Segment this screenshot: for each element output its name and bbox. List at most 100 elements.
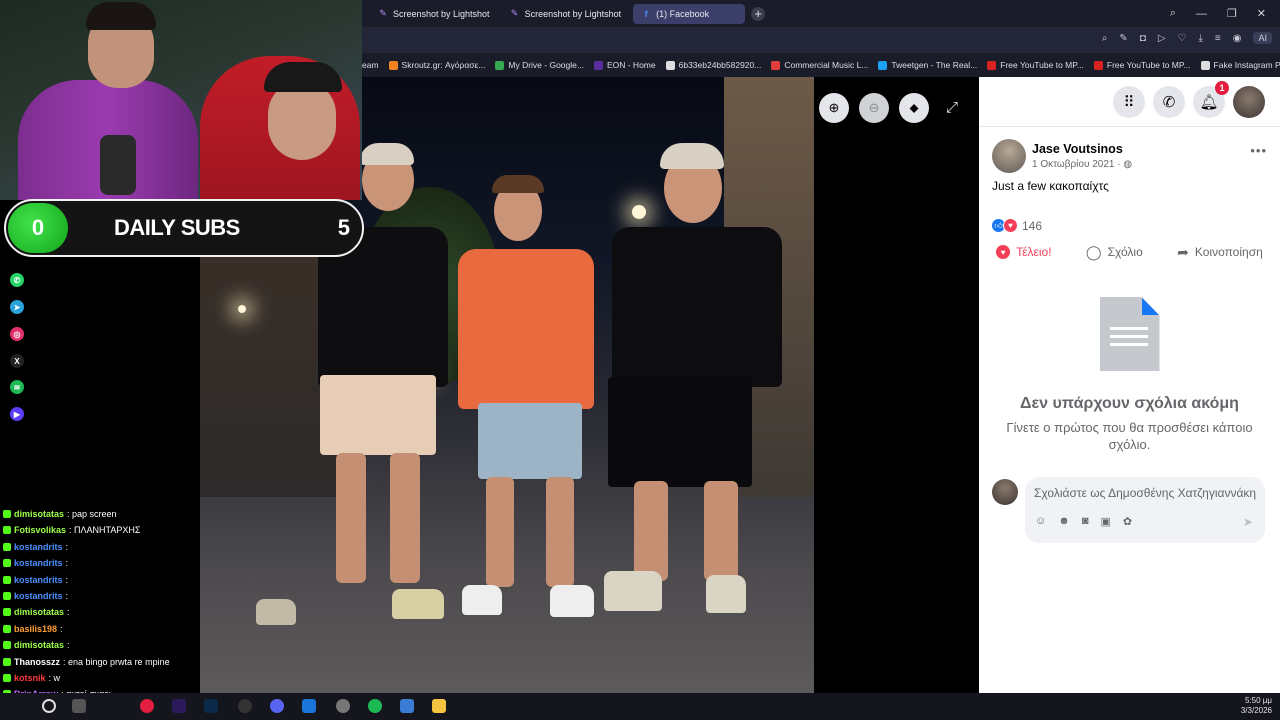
- monitor-icon[interactable]: [400, 699, 414, 713]
- download-icon[interactable]: ⤓: [1198, 33, 1202, 44]
- bookmark-item[interactable]: My Drive - Google...: [495, 60, 584, 70]
- discord-icon[interactable]: [270, 699, 284, 713]
- comment-button[interactable]: ◯ Σχόλιο: [1086, 244, 1143, 261]
- bookmark-item[interactable]: eam: [362, 60, 379, 70]
- play-icon[interactable]: ▷: [1158, 33, 1166, 44]
- streamer-2-cap: [264, 62, 342, 92]
- bookmark-item[interactable]: Tweetgen - The Real...: [878, 60, 977, 70]
- obs-icon[interactable]: [238, 699, 252, 713]
- mail-icon[interactable]: [302, 699, 316, 713]
- tab-lightshot-2[interactable]: ✎ Screenshot by Lightshot: [502, 4, 630, 24]
- screen: ✎ Screenshot by Lightshot ✎ Screenshot b…: [0, 0, 1280, 720]
- bookmark-favicon-icon: [495, 60, 505, 70]
- camera-icon[interactable]: ◙: [1082, 515, 1089, 528]
- post-caption: Just a few κακοπαίχτς: [992, 179, 1109, 193]
- account-avatar[interactable]: [1233, 86, 1265, 118]
- photoshop-icon[interactable]: [204, 699, 218, 713]
- comment-tools: ☺ ☻ ◙ ▣ ✿: [1035, 515, 1132, 528]
- comment-composer: Σχολιάστε ως Δημοσθένης Χατζηγιαννάκης ☺…: [992, 477, 1270, 543]
- new-tab-button[interactable]: +: [751, 6, 766, 21]
- tab-facebook[interactable]: f (1) Facebook: [633, 3, 746, 24]
- chat-username[interactable]: dimisotatas: [14, 607, 64, 617]
- tab-label: Screenshot by Lightshot: [524, 8, 622, 19]
- chat-badge-icon: [3, 592, 11, 600]
- folder-icon[interactable]: [432, 699, 446, 713]
- profile-icon[interactable]: ◉: [1233, 33, 1242, 44]
- author-avatar[interactable]: [992, 139, 1026, 173]
- chat-username[interactable]: dimisotatas: [14, 509, 64, 519]
- zoom-icon[interactable]: ⌕: [1102, 33, 1108, 44]
- heart-icon[interactable]: ♡: [1178, 33, 1187, 44]
- love-icon: ♥: [996, 245, 1011, 259]
- bookmark-item[interactable]: EON - Home: [593, 60, 656, 70]
- bookmark-item[interactable]: 6b33eb24bb582920...: [665, 60, 761, 70]
- search-tabs-icon[interactable]: ⌕: [1170, 7, 1176, 20]
- bookmark-item[interactable]: Commercial Music L...: [771, 60, 868, 70]
- bookmark-item[interactable]: Fake Instagram Post...: [1200, 60, 1280, 70]
- edit-icon[interactable]: ✎: [1119, 33, 1127, 44]
- gif-icon[interactable]: ▣: [1100, 515, 1110, 528]
- close-icon[interactable]: ✕: [1257, 7, 1266, 20]
- app-icon[interactable]: [336, 699, 350, 713]
- minimize-icon[interactable]: —: [1196, 8, 1207, 20]
- maximize-icon[interactable]: ❐: [1227, 7, 1237, 20]
- window-controls: ⌕ — ❐ ✕: [1170, 0, 1280, 27]
- file-explorer-icon[interactable]: [72, 699, 86, 713]
- reaction-summary[interactable]: 👍︎ ♥ 146: [991, 218, 1042, 233]
- chat-message: kostandrits:: [3, 556, 68, 570]
- bookmark-item[interactable]: Skroutz.gr: Αγόρασε...: [388, 60, 485, 70]
- zoom-out-button[interactable]: ⊖: [859, 93, 889, 123]
- tag-button[interactable]: ⬥: [899, 93, 929, 123]
- spotify-taskbar-icon[interactable]: [368, 699, 382, 713]
- chat-text: : w: [48, 673, 61, 683]
- commenter-avatar[interactable]: [992, 479, 1018, 505]
- menu-grid-button[interactable]: ⠿: [1113, 86, 1145, 118]
- ai-button[interactable]: AI: [1253, 32, 1272, 44]
- chat-badge-icon: [3, 510, 11, 518]
- bookmark-favicon-icon: [878, 60, 888, 70]
- chat-username[interactable]: kostandrits: [14, 575, 63, 585]
- bookmark-label: Commercial Music L...: [784, 60, 869, 70]
- post-options-button[interactable]: •••: [1250, 143, 1267, 158]
- chat-username[interactable]: kotsnik: [14, 673, 46, 683]
- comment-input[interactable]: Σχολιάστε ως Δημοσθένης Χατζηγιαννάκης ☺…: [1025, 477, 1265, 543]
- love-reaction-icon: ♥: [1003, 218, 1018, 233]
- bookmark-favicon-icon: [593, 60, 603, 70]
- author-name[interactable]: Jase Voutsinos: [1032, 142, 1123, 156]
- menu-icon[interactable]: ≡: [1215, 33, 1221, 44]
- zoom-in-button[interactable]: ⊕: [819, 93, 849, 123]
- messenger-button[interactable]: ✆: [1153, 86, 1185, 118]
- bookmark-favicon-icon: [771, 60, 781, 70]
- share-button[interactable]: ➦ Κοινοποίηση: [1177, 244, 1263, 261]
- opera-icon[interactable]: [140, 699, 154, 713]
- subs-label: DAILY SUBS: [114, 215, 240, 240]
- subs-current: 0: [8, 203, 68, 253]
- love-button[interactable]: ♥ Τέλειο!: [996, 245, 1052, 259]
- chat-username[interactable]: Fotisvolikas: [14, 525, 66, 535]
- tab-lightshot-1[interactable]: ✎ Screenshot by Lightshot: [370, 4, 498, 24]
- post-date[interactable]: 1 Οκτωβρίου 2021 · ◍: [1032, 159, 1132, 170]
- share-icon: ➦: [1177, 243, 1189, 260]
- premiere-icon[interactable]: [172, 699, 186, 713]
- fullscreen-icon[interactable]: ⤢: [946, 99, 958, 116]
- camera-icon[interactable]: ◘: [1140, 33, 1146, 44]
- bookmark-item[interactable]: Free YouTube to MP...: [987, 60, 1084, 70]
- send-icon[interactable]: ➤: [1243, 515, 1253, 529]
- facebook-top-actions: ⠿ ✆ 🔔︎ 1: [979, 77, 1280, 127]
- chat-username[interactable]: dimisotatas: [14, 640, 64, 650]
- chat-username[interactable]: basilis198: [14, 624, 57, 634]
- bookmark-label: Free YouTube to MP...: [1106, 60, 1191, 70]
- chat-username[interactable]: kostandrits: [14, 558, 63, 568]
- emoji-icon[interactable]: ☻: [1058, 515, 1070, 528]
- avatar-sticker-icon[interactable]: ☺: [1035, 515, 1046, 528]
- system-clock[interactable]: 5:50 μμ 3/3/2026: [1241, 696, 1272, 716]
- chat-username[interactable]: kostandrits: [14, 591, 63, 601]
- love-label: Τέλειο!: [1016, 245, 1052, 259]
- bookmark-item[interactable]: Free YouTube to MP...: [1093, 60, 1191, 70]
- stream-chat: dimisotatas: pap screen Fotisvolikas: ΠΛΑ…: [0, 505, 200, 720]
- search-icon[interactable]: [42, 699, 56, 713]
- chat-username[interactable]: Thanosszz: [14, 657, 60, 667]
- sticker-icon[interactable]: ✿: [1123, 515, 1132, 528]
- chat-username[interactable]: kostandrits: [14, 542, 63, 552]
- bookmark-label: Free YouTube to MP...: [1000, 60, 1084, 70]
